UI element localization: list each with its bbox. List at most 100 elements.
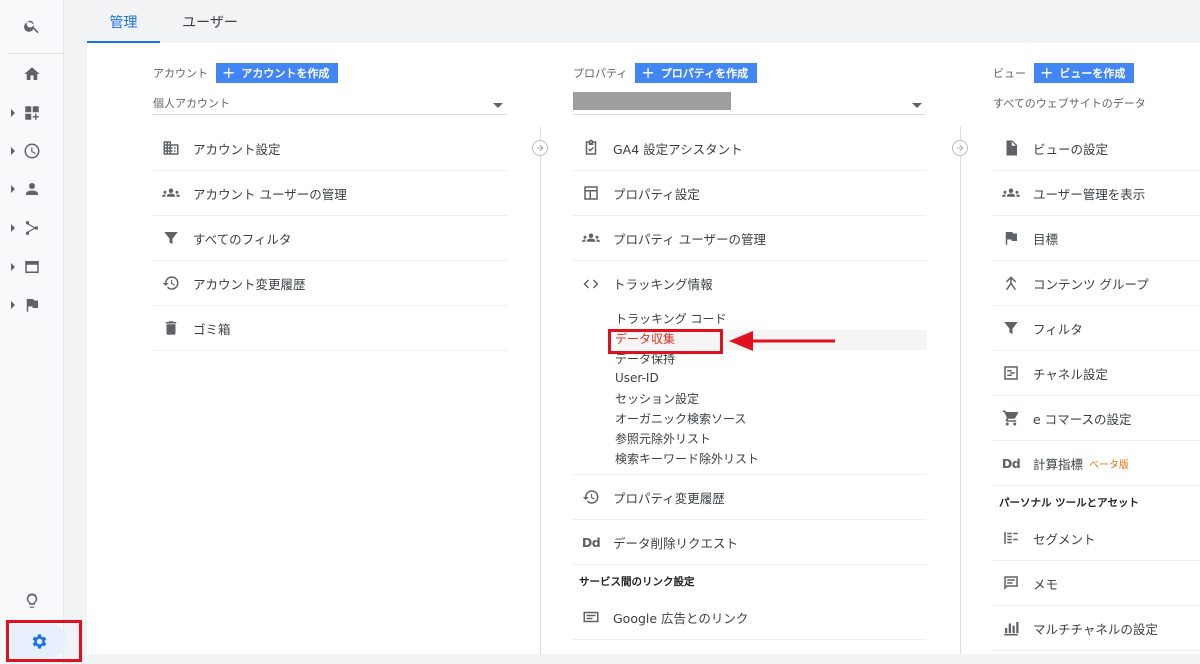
menu-item-account-users[interactable]: アカウント ユーザーの管理 [153,171,507,216]
menu-item-account-settings[interactable]: アカウント設定 [153,126,507,171]
menu-item-property-settings[interactable]: プロパティ設定 [573,171,926,216]
dropdown-arrow-icon [912,103,922,108]
sub-item-search-term-exclusion[interactable]: 検索キーワード除外リスト [615,448,926,468]
menu-item-property-history[interactable]: プロパティ変更履歴 [573,475,926,520]
content-group-icon [1001,273,1021,293]
admin-settings-pill[interactable] [11,624,67,658]
audience-button[interactable] [0,170,64,208]
discover-button[interactable] [0,582,64,620]
customization-button[interactable] [0,94,64,132]
account-column: アカウント + アカウントを作成 個人アカウント アカウント設定 アカウント ユ… [153,43,507,654]
menu-item-view-settings[interactable]: ビューの設定 [993,126,1200,171]
view-selector[interactable]: すべてのウェブサイトのデータ [993,91,1200,115]
realtime-button[interactable] [0,132,64,170]
menu-item-label: トラッキング情報 [613,277,713,292]
conversions-button[interactable] [0,286,64,324]
property-menu: GA4 設定アシスタント プロパティ設定 プロパティ ユーザーの管理 トラッキン… [573,126,926,640]
menu-item-label: チャネル設定 [1033,366,1108,382]
sub-item-user-id[interactable]: User-ID [615,368,926,388]
tab-admin[interactable]: 管理 [87,0,160,43]
create-view-button[interactable]: + ビューを作成 [1034,63,1135,83]
filter-icon [1001,318,1021,338]
menu-item-label: メモ [1033,576,1059,592]
comment-icon [1001,573,1021,593]
menu-item-view-users[interactable]: ユーザー管理を表示 [993,171,1200,216]
search-button[interactable] [0,7,64,45]
menu-item-label: データ削除リクエスト [613,535,739,551]
menu-item-annotations[interactable]: メモ [993,561,1200,606]
menu-item-label: e コマースの設定 [1033,411,1132,427]
admin-main: アカウント + アカウントを作成 個人アカウント アカウント設定 アカウント ユ… [87,43,1200,654]
view-label: ビュー [993,67,1026,80]
arrow-right-icon [956,144,964,152]
menu-item-label: 目標 [1033,231,1059,247]
create-property-button[interactable]: + プロパティを作成 [635,63,758,83]
view-menu: ビューの設定 ユーザー管理を表示 目標 コンテンツ グループ フィルタ チャネル… [993,126,1200,651]
view-header: ビュー + ビューを作成 [993,63,1135,83]
menu-item-filters[interactable]: フィルタ [993,306,1200,351]
expand-caret-icon [11,301,15,309]
search-icon [24,20,39,34]
menu-item-ga4-setup-assistant[interactable]: GA4 設定アシスタント [573,126,926,171]
expand-caret-icon [11,263,15,271]
home-button[interactable] [0,55,64,93]
history-icon [581,487,601,507]
menu-item-segments[interactable]: セグメント [993,516,1200,561]
column-divider [540,127,541,654]
behavior-button[interactable] [0,248,64,286]
menu-item-content-grouping[interactable]: コンテンツ グループ [993,261,1200,306]
menu-item-label: Google 広告とのリンク [613,610,749,626]
menu-item-label: セグメント [1033,531,1096,547]
plus-icon: + [641,63,655,82]
acquisition-button[interactable] [0,209,64,247]
sub-item-tracking-code[interactable]: トラッキング コード [615,308,926,328]
tab-user[interactable]: ユーザー [167,0,253,43]
menu-item-label: GA4 設定アシスタント [613,141,743,157]
person-icon [26,183,38,195]
menu-item-label: アカウント設定 [193,141,281,157]
property-selector[interactable] [573,91,926,115]
menu-item-multichannel-settings[interactable]: マルチチャネルの設定 [993,606,1200,651]
menu-item-data-deletion[interactable]: Dd データ削除リクエスト [573,520,926,565]
view-column: ビュー + ビューを作成 すべてのウェブサイトのデータ ビューの設定 ユーザー管… [993,43,1200,654]
plus-icon: + [1040,63,1054,82]
layout-icon [581,183,601,203]
menu-item-calculated-metrics[interactable]: Dd 計算指標 ベータ版 [993,441,1200,486]
dd-icon: Dd [1001,453,1021,473]
people-icon [1001,183,1021,203]
account-menu: アカウント設定 アカウント ユーザーの管理 すべてのフィルタ アカウント変更履歴… [153,126,507,351]
menu-item-label: プロパティ設定 [613,186,700,202]
menu-item-account-history[interactable]: アカウント変更履歴 [153,261,507,306]
rail-divider [8,53,64,54]
menu-item-google-ads-link[interactable]: Google 広告とのリンク [573,595,926,640]
checklist-icon [581,138,601,158]
property-header: プロパティ + プロパティを作成 [573,63,758,83]
menu-item-property-users[interactable]: プロパティ ユーザーの管理 [573,216,926,261]
menu-item-label: ユーザー管理を表示 [1033,186,1146,202]
admin-tabs: 管理 ユーザー [87,0,1200,43]
red-arrow-annotation [729,331,835,351]
menu-item-all-filters[interactable]: すべてのフィルタ [153,216,507,261]
account-selector[interactable]: 個人アカウント [153,91,507,115]
trash-icon [161,318,181,338]
menu-item-trash[interactable]: ゴミ箱 [153,306,507,351]
sub-item-referral-exclusion[interactable]: 参照元除外リスト [615,428,926,448]
expand-caret-icon [11,147,15,155]
menu-item-channel-settings[interactable]: チャネル設定 [993,351,1200,396]
expand-caret-icon [11,224,15,232]
menu-item-label: マルチチャネルの設定 [1033,621,1158,637]
create-account-button[interactable]: + アカウントを作成 [216,63,339,83]
menu-item-goals[interactable]: 目標 [993,216,1200,261]
sub-item-organic-search-sources[interactable]: オーガニック検索ソース [615,408,926,428]
dd-icon: Dd [581,532,601,552]
bar-chart-icon [1001,618,1021,638]
menu-item-label: ビューの設定 [1033,141,1109,157]
menu-item-tracking-info[interactable]: トラッキング情報 [573,261,926,306]
menu-item-ecommerce-settings[interactable]: e コマースの設定 [993,396,1200,441]
property-selector-value [573,92,912,113]
admin-settings-button[interactable] [6,620,82,662]
document-icon [1001,138,1021,158]
account-label: アカウント [153,67,208,80]
segment-icon [1001,528,1021,548]
sub-item-session-settings[interactable]: セッション設定 [615,388,926,408]
